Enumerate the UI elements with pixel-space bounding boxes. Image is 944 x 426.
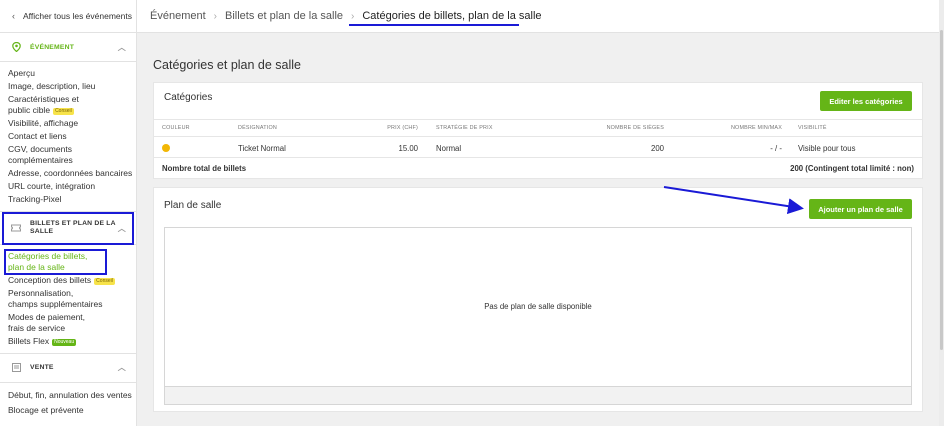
seating-plan-title: Plan de salle bbox=[164, 200, 222, 211]
sidebar-item-adresse[interactable]: Adresse, coordonnées bancaires bbox=[8, 168, 136, 179]
sidebar-item-label: Billets Flex bbox=[8, 335, 50, 346]
edit-categories-button[interactable]: Editer les catégories bbox=[820, 91, 912, 111]
sidebar-item-caracteristiques[interactable]: Caractéristiques et bbox=[8, 94, 136, 105]
back-to-events-link[interactable]: ‹ Afficher tous les événements bbox=[0, 0, 136, 33]
scrollbar-thumb[interactable] bbox=[940, 30, 943, 350]
breadcrumb-item-billets[interactable]: Billets et plan de la salle bbox=[225, 10, 343, 22]
add-seating-plan-button[interactable]: Ajouter un plan de salle bbox=[809, 199, 912, 219]
chevron-up-icon: ︿ bbox=[117, 42, 126, 52]
sidebar-item-cgv[interactable]: CGV, documents complémentaires bbox=[8, 144, 136, 165]
breadcrumb-item-current: Catégories de billets, plan de la salle bbox=[362, 10, 542, 22]
nav-event: Aperçu Image, description, lieu Caractér… bbox=[0, 62, 136, 211]
table-divider bbox=[154, 119, 922, 120]
chevron-up-icon: ︿ bbox=[117, 363, 126, 373]
table-divider bbox=[154, 157, 922, 158]
annotation-box-tickets-section bbox=[2, 212, 134, 245]
sidebar-item-paiement[interactable]: Modes de paiement, bbox=[8, 312, 136, 323]
total-value: 200 (Contingent total limité : non) bbox=[790, 164, 914, 173]
sidebar-item-tracking[interactable]: Tracking-Pixel bbox=[8, 194, 136, 205]
location-pin-icon bbox=[10, 42, 22, 52]
sidebar-item-debut-fin[interactable]: Début, fin, annulation des ventes bbox=[8, 390, 136, 401]
empty-state-text: Pas de plan de salle disponible bbox=[484, 302, 592, 311]
nav-vente: Début, fin, annulation des ventes Blocag… bbox=[0, 383, 136, 422]
cell-designation: Ticket Normal bbox=[238, 144, 286, 153]
category-color-dot bbox=[162, 144, 170, 152]
breadcrumb: Événement › Billets et plan de la salle … bbox=[137, 0, 944, 33]
categories-title: Catégories bbox=[164, 92, 213, 103]
cell-prix: 15.00 bbox=[398, 144, 418, 153]
column-header-visibilite: VISIBILITÉ bbox=[798, 125, 827, 131]
chevron-left-icon: ‹ bbox=[12, 11, 15, 21]
column-header-couleur: COULEUR bbox=[162, 125, 190, 131]
column-header-prix: PRIX (CHF) bbox=[387, 125, 418, 131]
sidebar-item-visibilite[interactable]: Visibilité, affichage bbox=[8, 118, 136, 129]
conseil-badge: Conseil bbox=[53, 107, 74, 115]
chevron-right-icon: › bbox=[213, 10, 217, 22]
seating-plan-footer bbox=[165, 386, 911, 404]
breadcrumb-item-evenement[interactable]: Événement bbox=[150, 10, 206, 22]
conseil-badge: Conseil bbox=[94, 278, 115, 286]
column-header-sieges: NOMBRE DE SIÈGES bbox=[606, 125, 664, 131]
annotation-arrow bbox=[663, 186, 804, 214]
total-label: Nombre total de billets bbox=[162, 164, 247, 173]
annotation-underline bbox=[349, 24, 519, 26]
sidebar-item-apercu[interactable]: Aperçu bbox=[8, 68, 136, 79]
sidebar-item-blocage[interactable]: Blocage et prévente bbox=[8, 405, 136, 416]
sidebar-item-conception[interactable]: Conception des billets Conseil bbox=[8, 275, 136, 286]
sidebar-item-contact[interactable]: Contact et liens bbox=[8, 131, 136, 142]
section-title-vente: VENTE bbox=[30, 364, 54, 372]
sidebar-item-billets-flex[interactable]: Billets Flex Nouveau bbox=[8, 336, 136, 347]
back-link-label: Afficher tous les événements bbox=[23, 11, 132, 21]
cell-visibilite: Visible pour tous bbox=[798, 144, 856, 153]
cell-strategie: Normal bbox=[436, 144, 462, 153]
column-header-minmax: NOMBRE MIN/MAX bbox=[730, 125, 782, 131]
annotation-box-categories-item bbox=[4, 249, 107, 275]
seating-plan-area: Pas de plan de salle disponible bbox=[164, 227, 912, 405]
nouveau-badge: Nouveau bbox=[52, 338, 77, 346]
list-icon bbox=[10, 363, 22, 373]
chevron-right-icon: › bbox=[351, 10, 355, 22]
cell-minmax: - / - bbox=[770, 144, 782, 153]
sidebar-item-image-description[interactable]: Image, description, lieu bbox=[8, 81, 136, 92]
sidebar-item-url[interactable]: URL courte, intégration bbox=[8, 181, 136, 192]
section-header-event[interactable]: ÉVÉNEMENT ︿ bbox=[0, 33, 136, 61]
sidebar-item-personnalisation[interactable]: Personnalisation, bbox=[8, 288, 136, 299]
column-header-designation: DÉSIGNATION bbox=[238, 125, 277, 131]
sidebar-item-label: public cible bbox=[8, 104, 51, 115]
table-divider bbox=[154, 136, 922, 137]
section-header-vente[interactable]: VENTE ︿ bbox=[0, 354, 136, 382]
section-title-event: ÉVÉNEMENT bbox=[30, 43, 75, 51]
sidebar-item-label: Conception des billets bbox=[8, 275, 92, 286]
sidebar-item-public-cible[interactable]: public cible Conseil bbox=[8, 105, 136, 116]
column-header-strategie: STRATÉGIE DE PRIX bbox=[436, 125, 493, 131]
cell-sieges: 200 bbox=[650, 144, 664, 153]
sidebar-item-frais[interactable]: frais de service bbox=[8, 323, 136, 334]
scrollbar[interactable] bbox=[939, 0, 944, 426]
page-title: Catégories et plan de salle bbox=[153, 58, 302, 72]
sidebar-item-champs[interactable]: champs supplémentaires bbox=[8, 299, 136, 310]
